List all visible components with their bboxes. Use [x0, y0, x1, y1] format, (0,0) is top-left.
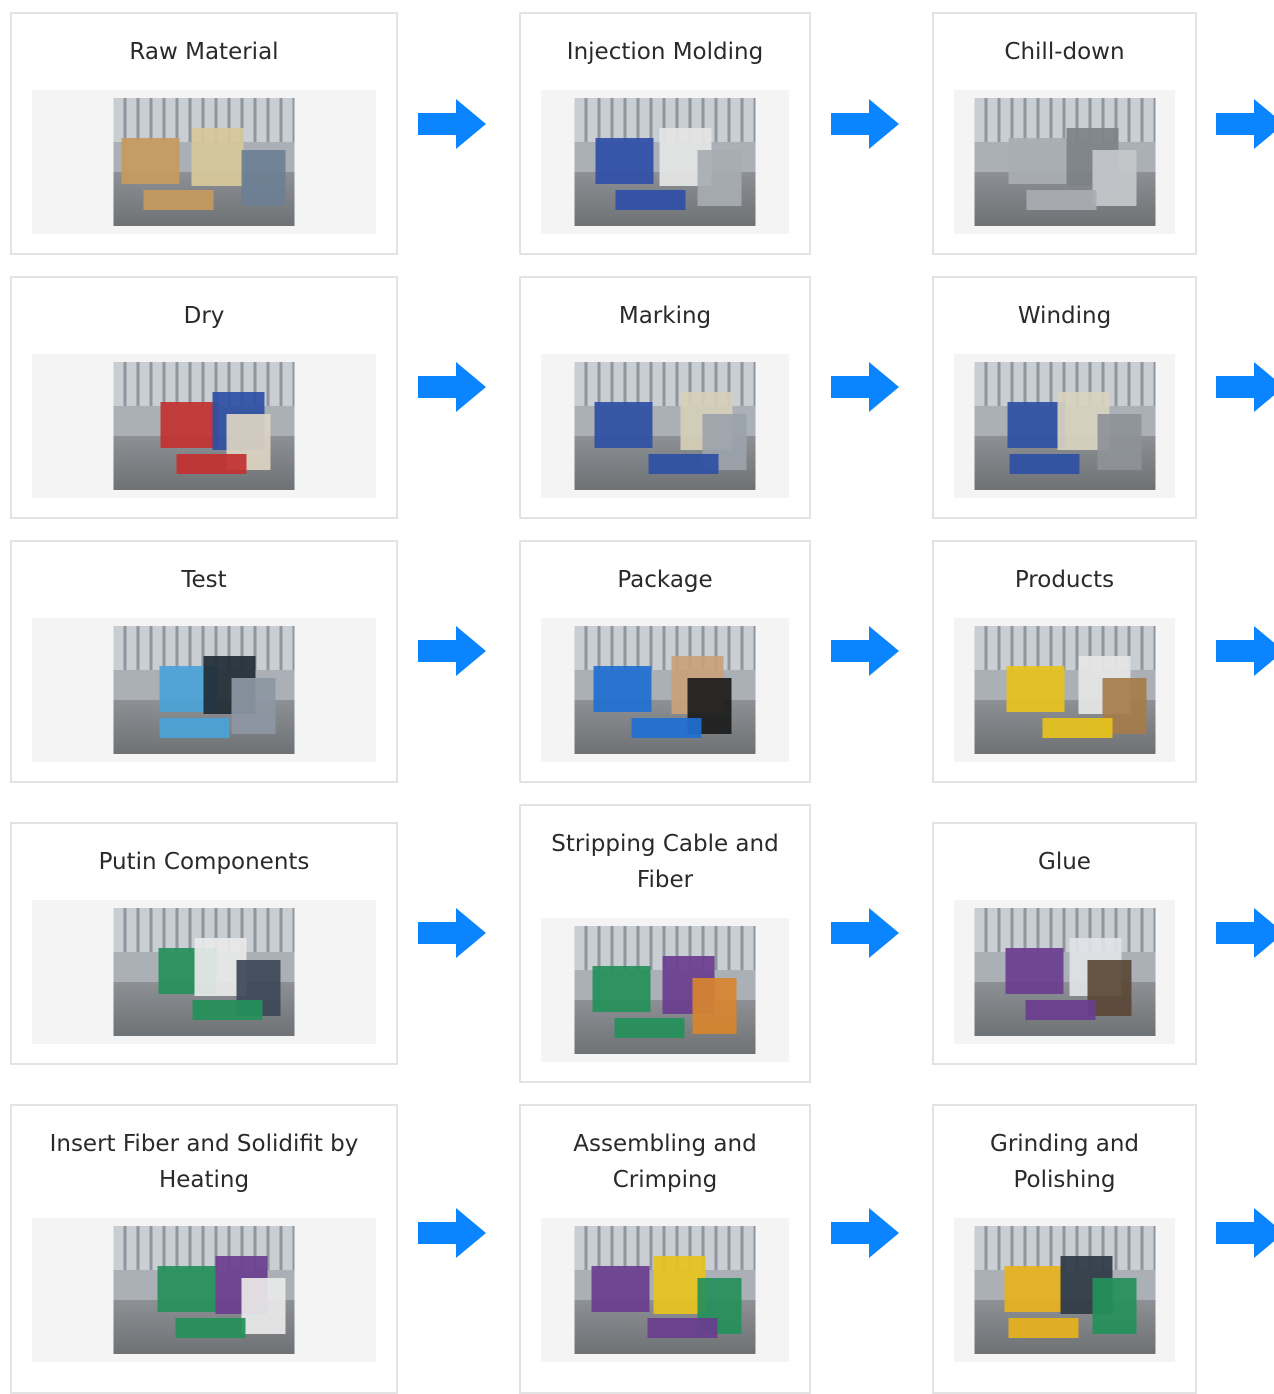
step-title: Grinding and Polishing	[990, 1131, 1139, 1193]
process-step-card: Putin Components	[10, 822, 398, 1065]
process-step-card: Glue	[932, 822, 1197, 1065]
step-title: Raw Material	[129, 39, 279, 65]
arrow-shape	[831, 626, 899, 676]
arrow-shape	[831, 1208, 899, 1258]
step-title: Putin Components	[98, 849, 310, 875]
process-step-card: Raw Material	[10, 12, 398, 255]
arrow-right-icon	[418, 626, 486, 676]
step-title: Package	[617, 567, 713, 593]
arrow-right-icon	[831, 908, 899, 958]
step-photo-frame	[954, 900, 1175, 1044]
step-photo-frame	[541, 918, 789, 1062]
step-photo-frame	[954, 618, 1175, 762]
step-title: Test	[181, 567, 227, 593]
process-step-card: Chill-down	[932, 12, 1197, 255]
step-photo-frame	[541, 90, 789, 234]
step-photo	[113, 362, 295, 490]
process-step-card: Injection Molding	[519, 12, 811, 255]
arrow-right-icon	[1216, 99, 1274, 149]
arrow-right-icon	[1216, 362, 1274, 412]
arrow-right-icon	[1216, 1208, 1274, 1258]
step-photo	[974, 626, 1155, 754]
step-photo-frame	[32, 900, 376, 1044]
step-title: Insert Fiber and Solidifit by Heating	[49, 1131, 359, 1193]
step-title: Glue	[1038, 849, 1091, 875]
step-photo-frame	[32, 1218, 376, 1362]
process-step-card: Assembling and Crimping	[519, 1104, 811, 1394]
process-step-card: Stripping Cable and Fiber	[519, 804, 811, 1083]
arrow-right-icon	[418, 99, 486, 149]
arrow-shape	[831, 362, 899, 412]
process-step-card: Grinding and Polishing	[932, 1104, 1197, 1394]
arrow-shape	[418, 908, 486, 958]
step-photo	[574, 1226, 756, 1354]
step-photo	[974, 362, 1155, 490]
step-photo-frame	[32, 618, 376, 762]
arrow-right-icon	[1216, 908, 1274, 958]
arrow-right-icon	[831, 362, 899, 412]
step-photo-frame	[954, 1218, 1175, 1362]
process-step-card: Marking	[519, 276, 811, 519]
step-photo	[574, 926, 756, 1054]
arrow-right-icon	[418, 908, 486, 958]
step-photo	[113, 626, 295, 754]
arrow-shape	[1216, 1208, 1274, 1258]
step-photo	[113, 98, 295, 226]
arrow-right-icon	[418, 362, 486, 412]
arrow-shape	[418, 626, 486, 676]
process-step-card: Test	[10, 540, 398, 783]
step-photo	[113, 908, 295, 1036]
arrow-right-icon	[831, 99, 899, 149]
step-title: Stripping Cable and Fiber	[551, 831, 779, 893]
step-photo-frame	[954, 90, 1175, 234]
process-step-card: Winding	[932, 276, 1197, 519]
arrow-shape	[1216, 908, 1274, 958]
arrow-shape	[418, 99, 486, 149]
arrow-shape	[831, 908, 899, 958]
process-step-card: Products	[932, 540, 1197, 783]
step-photo	[574, 626, 756, 754]
process-step-card: Package	[519, 540, 811, 783]
step-title: Winding	[1017, 303, 1112, 329]
step-photo	[574, 362, 756, 490]
process-step-card: Dry	[10, 276, 398, 519]
process-step-card: Insert Fiber and Solidifit by Heating	[10, 1104, 398, 1394]
arrow-right-icon	[1216, 626, 1274, 676]
step-photo	[974, 908, 1155, 1036]
step-photo-frame	[32, 90, 376, 234]
step-title: Assembling and Crimping	[573, 1131, 757, 1193]
arrow-shape	[1216, 99, 1274, 149]
step-title: Marking	[618, 303, 712, 329]
step-photo-frame	[32, 354, 376, 498]
arrow-right-icon	[831, 626, 899, 676]
arrow-right-icon	[418, 1208, 486, 1258]
arrow-shape	[1216, 362, 1274, 412]
step-title: Dry	[183, 303, 225, 329]
arrow-shape	[1216, 626, 1274, 676]
step-photo	[974, 1226, 1155, 1354]
arrow-shape	[418, 362, 486, 412]
step-photo-frame	[954, 354, 1175, 498]
arrow-shape	[831, 99, 899, 149]
step-title: Products	[1014, 567, 1115, 593]
step-photo-frame	[541, 354, 789, 498]
step-title: Chill-down	[1004, 39, 1125, 65]
step-photo	[974, 98, 1155, 226]
arrow-right-icon	[831, 1208, 899, 1258]
step-photo-frame	[541, 618, 789, 762]
step-photo	[574, 98, 756, 226]
step-photo	[113, 1226, 295, 1354]
arrow-shape	[418, 1208, 486, 1258]
step-photo-frame	[541, 1218, 789, 1362]
step-title: Injection Molding	[566, 39, 764, 65]
